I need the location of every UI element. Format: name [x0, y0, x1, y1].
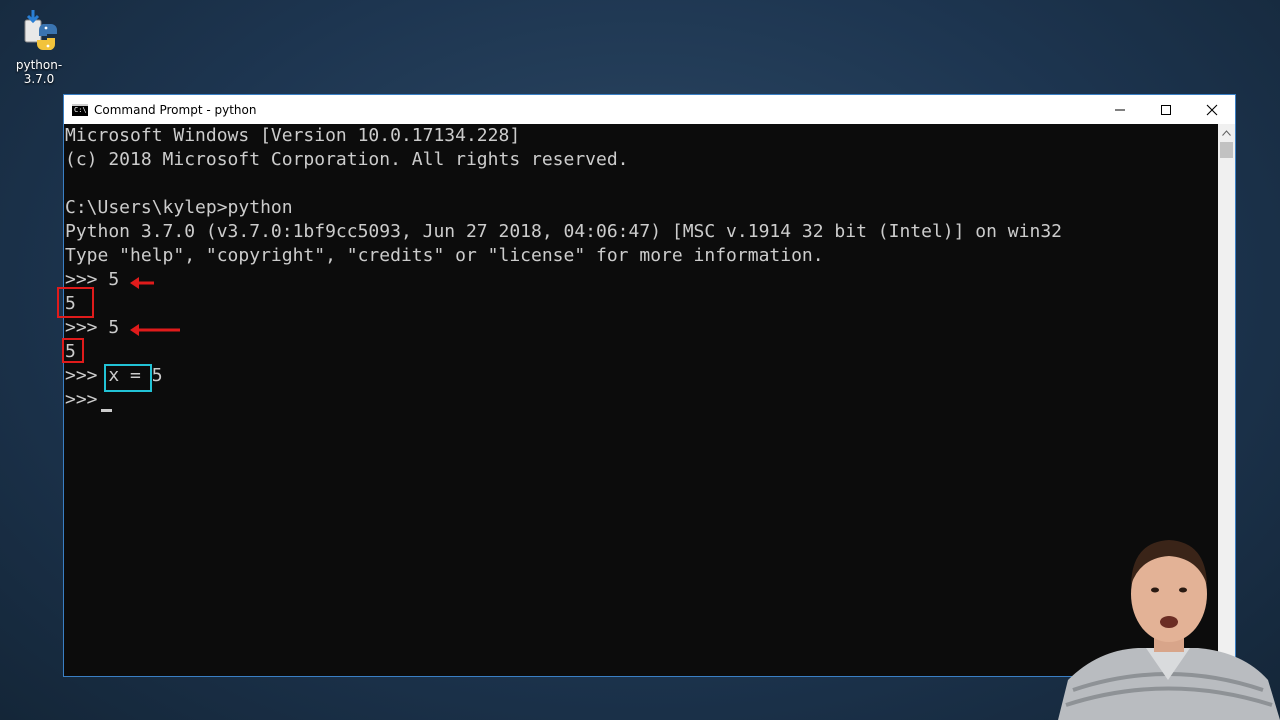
scroll-up-button[interactable] [1218, 124, 1235, 141]
desktop-icon-python-installer[interactable]: python-3.7.0 [4, 6, 74, 86]
console-line: (c) 2018 Microsoft Corporation. All righ… [65, 149, 629, 170]
cmd-app-icon: C:\ [72, 103, 88, 116]
close-icon [1206, 104, 1218, 115]
red-arrow-icon [130, 324, 180, 336]
console-output[interactable]: Microsoft Windows [Version 10.0.17134.22… [64, 124, 1218, 676]
scrollbar-thumb[interactable] [1220, 142, 1233, 158]
scroll-up-icon [1222, 129, 1231, 136]
window-controls [1097, 95, 1235, 124]
console-line: Type "help", "copyright", "credits" or "… [65, 245, 824, 266]
window-title: Command Prompt - python [94, 102, 257, 117]
console-line: >>> 5 [65, 317, 120, 338]
python-installer-icon [24, 10, 57, 50]
annotation-cyan-box [104, 364, 152, 392]
text-cursor [101, 409, 112, 412]
minimize-button[interactable] [1097, 95, 1143, 124]
annotation-arrows [130, 277, 180, 336]
desktop-icon-label: python-3.7.0 [15, 58, 63, 86]
minimize-icon [1115, 109, 1125, 110]
maximize-icon [1161, 104, 1171, 115]
presenter-webcam-overlay [1058, 540, 1280, 720]
close-button[interactable] [1189, 95, 1235, 124]
title-bar[interactable]: C:\ Command Prompt - python [64, 95, 1235, 124]
annotation-red-box [62, 338, 84, 363]
console-line: Microsoft Windows [Version 10.0.17134.22… [65, 125, 521, 146]
maximize-button[interactable] [1143, 95, 1189, 124]
annotation-red-box [57, 287, 94, 318]
red-arrow-icon [130, 277, 154, 289]
console-line: C:\Users\kylep>python [65, 197, 293, 218]
console-line: Python 3.7.0 (v3.7.0:1bf9cc5093, Jun 27 … [65, 221, 1062, 242]
